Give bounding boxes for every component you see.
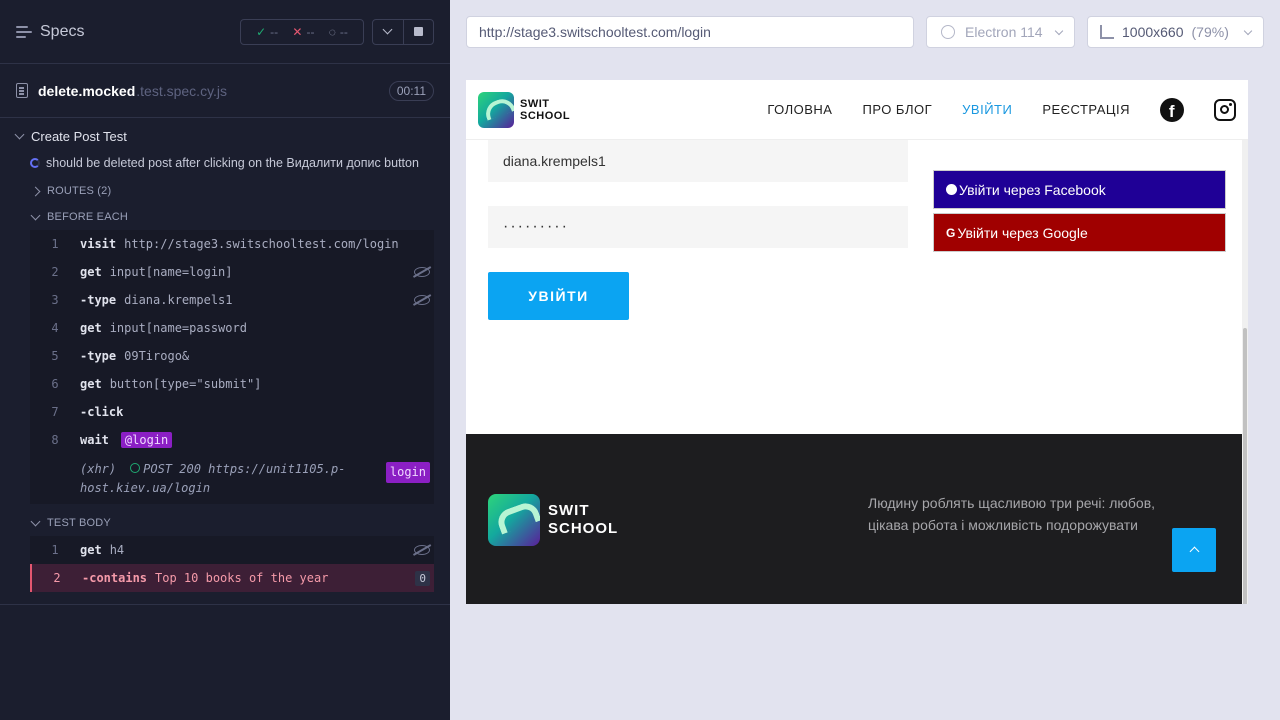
command-row[interactable]: 5 -type 09Tirogo& [30, 342, 434, 370]
test-body-commands: 1 get h4 2 -contains Top 10 books of the yea… [30, 536, 434, 592]
chevron-down-icon [1243, 26, 1253, 35]
login-submit-button[interactable]: УВІЙТИ [488, 272, 629, 320]
chevron-up-icon [1189, 546, 1199, 557]
specs-label: Specs [40, 22, 85, 40]
expand-toggle-button[interactable] [373, 20, 403, 44]
command-row[interactable]: 8 wait @login [30, 426, 434, 454]
facebook-small-icon [946, 184, 957, 195]
status-circle-icon [130, 463, 141, 473]
failed-stat: ✕ -- [292, 24, 315, 39]
footer-quote: Людину роблять щасливою три речі: любов,… [868, 495, 1156, 533]
command-row[interactable]: 2 get input[name=login] [30, 258, 434, 286]
document-icon [16, 83, 28, 98]
chevron-down-icon [382, 24, 393, 35]
aut-iframe: SWIT SCHOOL ГОЛОВНА ПРО БЛОГ УВІЙТИ РЕЄСТ… [466, 80, 1248, 604]
spec-duration: 00:11 [388, 80, 434, 101]
specs-button[interactable]: Specs [16, 23, 84, 41]
ruler-icon [1100, 25, 1114, 39]
pending-icon: ◌ [328, 24, 336, 39]
run-controls [372, 18, 434, 45]
google-login-button[interactable]: G Увійти через Google [933, 213, 1226, 252]
eye-slash-icon [414, 545, 430, 555]
nav-home[interactable]: ГОЛОВНА [767, 102, 832, 117]
spec-extension: .test.spec.cy.js [136, 82, 228, 99]
footer-logo: SWIT SCHOOL [488, 494, 618, 546]
spec-header: delete.mocked .test.spec.cy.js 00:11 [0, 64, 450, 118]
match-count-badge: 0 [415, 570, 430, 586]
chevron-down-icon [1054, 26, 1064, 35]
menu-icon [16, 25, 32, 39]
suite-title-row[interactable]: Create Post Test [0, 126, 450, 146]
xhr-log-row[interactable]: (xhr) POST 200 https://unit1105.p-host.ki… [30, 454, 434, 504]
chevron-down-icon [30, 210, 41, 220]
x-icon: ✕ [292, 24, 303, 39]
test-title-row[interactable]: should be deleted post after clicking on… [0, 154, 450, 172]
suite-title: Create Post Test [31, 128, 127, 144]
running-spinner-icon [30, 158, 40, 168]
swit-school-logo-icon [488, 494, 540, 546]
xhr-text: POST 200 https://unit1105.p-host.kiev.ua… [80, 462, 346, 495]
site-navbar: SWIT SCHOOL ГОЛОВНА ПРО БЛОГ УВІЙТИ РЕЄСТ… [466, 80, 1248, 140]
stop-button[interactable] [402, 19, 434, 44]
command-row[interactable]: 1 get h4 [30, 536, 434, 564]
routes-label: ROUTES (2) [47, 185, 112, 197]
browser-selector[interactable]: Electron 114 [926, 16, 1075, 48]
command-row[interactable]: 7 -click [30, 398, 434, 426]
test-body-label: TEST BODY [47, 517, 111, 529]
site-footer: SWIT SCHOOL Людину роблять щасливою три р… [466, 434, 1248, 604]
google-icon: G [946, 225, 956, 240]
eye-slash-icon [414, 267, 430, 277]
command-row[interactable]: 3 -type diana.krempels1 [30, 286, 434, 314]
chevron-right-icon [30, 186, 41, 196]
test-body-section[interactable]: TEST BODY [0, 510, 450, 536]
nav-register[interactable]: РЕЄСТРАЦІЯ [1042, 102, 1130, 117]
password-input[interactable]: ········· [488, 206, 908, 248]
chevron-down-icon [30, 516, 41, 526]
swit-school-logo-icon [478, 91, 514, 128]
test-title: should be deleted post after clicking on… [46, 156, 419, 170]
url-bar[interactable]: http://stage3.switschooltest.com/login [466, 16, 914, 48]
pending-stat: ◌ -- [328, 24, 348, 39]
passed-stat: ✓ -- [256, 24, 279, 39]
login-form: diana.krempels1 ········· УВІЙТИ [488, 140, 908, 320]
iframe-scrollbar[interactable] [1242, 140, 1248, 604]
viewport-selector[interactable]: 1000x660 (79%) [1087, 16, 1264, 48]
command-row[interactable]: 6 get button[type="submit"] [30, 370, 434, 398]
nav-about-blog[interactable]: ПРО БЛОГ [862, 102, 932, 117]
login-input[interactable]: diana.krempels1 [488, 140, 908, 182]
stop-icon [413, 27, 423, 36]
test-stats: ✓ -- ✕ -- ◌ -- [240, 18, 364, 45]
divider [0, 604, 450, 605]
command-row[interactable]: 4 get input[name=password [30, 314, 434, 342]
spec-name[interactable]: delete.mocked [38, 83, 135, 99]
facebook-icon[interactable]: f [1160, 97, 1184, 122]
site-nav-links: ГОЛОВНА ПРО БЛОГ УВІЙТИ РЕЄСТРАЦІЯ f [767, 97, 1236, 122]
instagram-icon[interactable] [1214, 98, 1236, 121]
facebook-login-button[interactable]: Увійти через Facebook [933, 170, 1226, 209]
suite: Create Post Test should be deleted post … [0, 118, 450, 605]
reporter-topbar: Specs ✓ -- ✕ -- ◌ -- [0, 0, 450, 64]
chevron-down-icon [14, 129, 25, 139]
command-row[interactable]: 1 visit http://stage3.switschooltest.com/l… [30, 230, 434, 258]
before-each-label: BEFORE EACH [47, 211, 129, 223]
check-icon: ✓ [256, 24, 267, 39]
app-under-test-panel: http://stage3.switschooltest.com/login E… [450, 0, 1280, 720]
eye-slash-icon [414, 295, 430, 305]
cypress-reporter: Specs ✓ -- ✕ -- ◌ -- delete.mocked .test.sp… [0, 0, 450, 720]
site-logo[interactable]: SWIT SCHOOL [478, 91, 570, 128]
before-each-section[interactable]: BEFORE EACH [0, 204, 450, 230]
scroll-to-top-button[interactable] [1172, 528, 1216, 572]
alias-badge: @login [120, 432, 173, 448]
xhr-alias-tag: login [385, 462, 430, 483]
routes-section[interactable]: ROUTES (2) [0, 178, 450, 204]
social-login: Увійти через Facebook G Увійти через Goo… [933, 170, 1226, 256]
nav-login[interactable]: УВІЙТИ [962, 102, 1012, 117]
electron-icon [941, 25, 955, 39]
before-each-commands: 1 visit http://stage3.switschooltest.com/l… [30, 230, 434, 504]
scrollbar-thumb[interactable] [1243, 328, 1247, 604]
failed-command-row[interactable]: 2 -contains Top 10 books of the year 0 [30, 564, 434, 592]
